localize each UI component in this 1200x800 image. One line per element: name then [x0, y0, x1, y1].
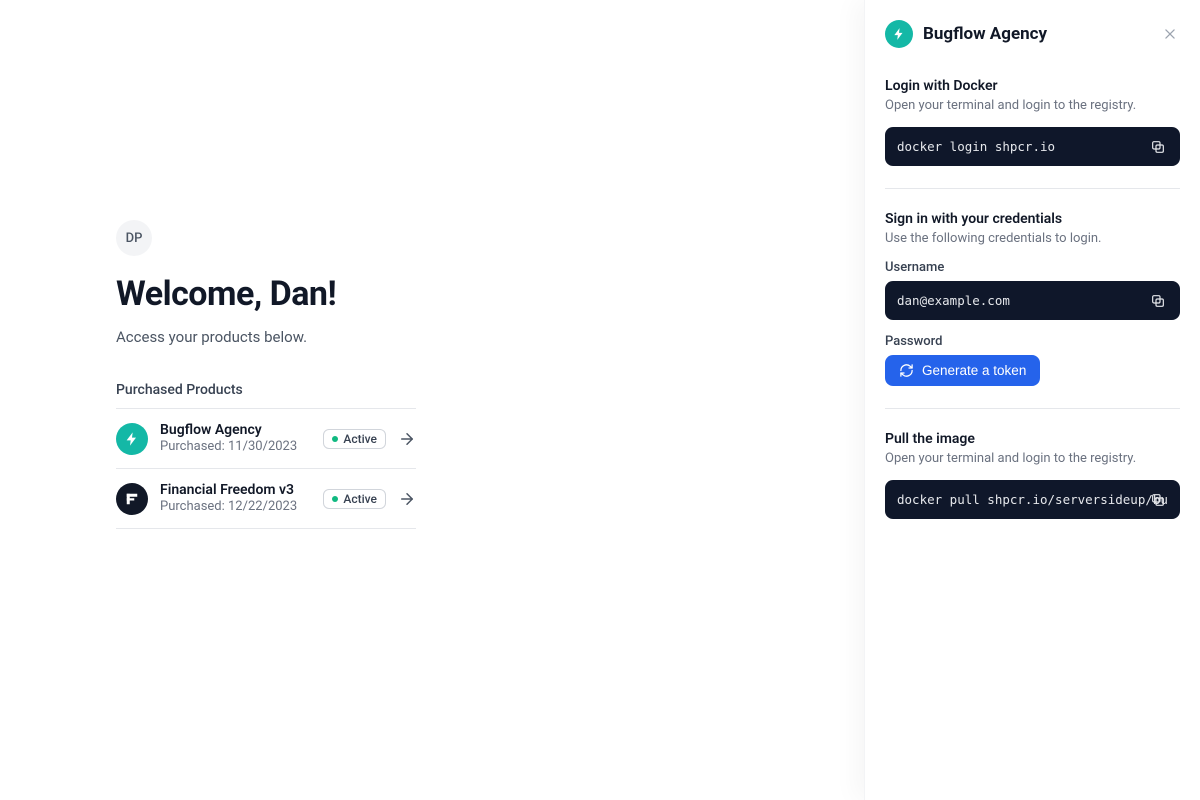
status-badge: Active: [323, 429, 386, 449]
product-row-bugflow[interactable]: Bugflow Agency Purchased: 11/30/2023 Act…: [116, 409, 416, 469]
product-info: Bugflow Agency Purchased: 11/30/2023: [160, 421, 311, 456]
status-dot-icon: [332, 496, 338, 502]
avatar: DP: [116, 220, 152, 256]
docker-login-command: docker login shpcr.io: [885, 127, 1180, 166]
copy-icon: [1150, 139, 1166, 155]
username-label: Username: [885, 260, 1180, 275]
bolt-icon: [885, 20, 913, 48]
status-dot-icon: [332, 436, 338, 442]
section-title: Login with Docker: [885, 78, 1180, 94]
username-value: dan@example.com: [885, 281, 1180, 320]
code-text: docker login shpcr.io: [897, 139, 1055, 154]
copy-icon: [1150, 293, 1166, 309]
section-pull-image: Pull the image Open your terminal and lo…: [885, 431, 1180, 541]
status-text: Active: [343, 432, 377, 446]
ff-logo-icon: [116, 483, 148, 515]
code-text: docker pull shpcr.io/serversideup/bu: [897, 492, 1168, 507]
panel-title: Bugflow Agency: [923, 24, 1150, 44]
product-purchased: Purchased: 11/30/2023: [160, 439, 311, 456]
refresh-icon: [899, 363, 914, 378]
section-desc: Use the following credentials to login.: [885, 231, 1180, 246]
product-name: Bugflow Agency: [160, 421, 311, 439]
copy-button[interactable]: [1144, 287, 1172, 315]
panel-header: Bugflow Agency: [885, 20, 1180, 48]
copy-icon: [1150, 492, 1166, 508]
product-info: Financial Freedom v3 Purchased: 12/22/20…: [160, 481, 311, 516]
password-label: Password: [885, 334, 1180, 349]
arrow-right-icon: [398, 430, 416, 448]
section-title: Pull the image: [885, 431, 1180, 447]
generate-token-button[interactable]: Generate a token: [885, 355, 1040, 386]
code-text: dan@example.com: [897, 293, 1010, 308]
bolt-icon: [116, 423, 148, 455]
close-button[interactable]: [1160, 24, 1180, 44]
section-title: Sign in with your credentials: [885, 211, 1180, 227]
arrow-right-icon: [398, 490, 416, 508]
status-badge: Active: [323, 489, 386, 509]
avatar-initials: DP: [126, 231, 143, 246]
close-icon: [1163, 27, 1177, 41]
section-login-docker: Login with Docker Open your terminal and…: [885, 78, 1180, 189]
docker-pull-command: docker pull shpcr.io/serversideup/bu: [885, 480, 1180, 519]
product-name: Financial Freedom v3: [160, 481, 311, 499]
product-row-financial-freedom[interactable]: Financial Freedom v3 Purchased: 12/22/20…: [116, 469, 416, 529]
section-desc: Open your terminal and login to the regi…: [885, 98, 1180, 113]
copy-button[interactable]: [1144, 486, 1172, 514]
details-panel: Bugflow Agency Login with Docker Open yo…: [864, 0, 1200, 800]
section-desc: Open your terminal and login to the regi…: [885, 451, 1180, 466]
product-list: Bugflow Agency Purchased: 11/30/2023 Act…: [116, 408, 416, 529]
button-label: Generate a token: [922, 363, 1026, 378]
copy-button[interactable]: [1144, 133, 1172, 161]
product-purchased: Purchased: 12/22/2023: [160, 499, 311, 516]
status-text: Active: [343, 492, 377, 506]
section-credentials: Sign in with your credentials Use the fo…: [885, 211, 1180, 409]
